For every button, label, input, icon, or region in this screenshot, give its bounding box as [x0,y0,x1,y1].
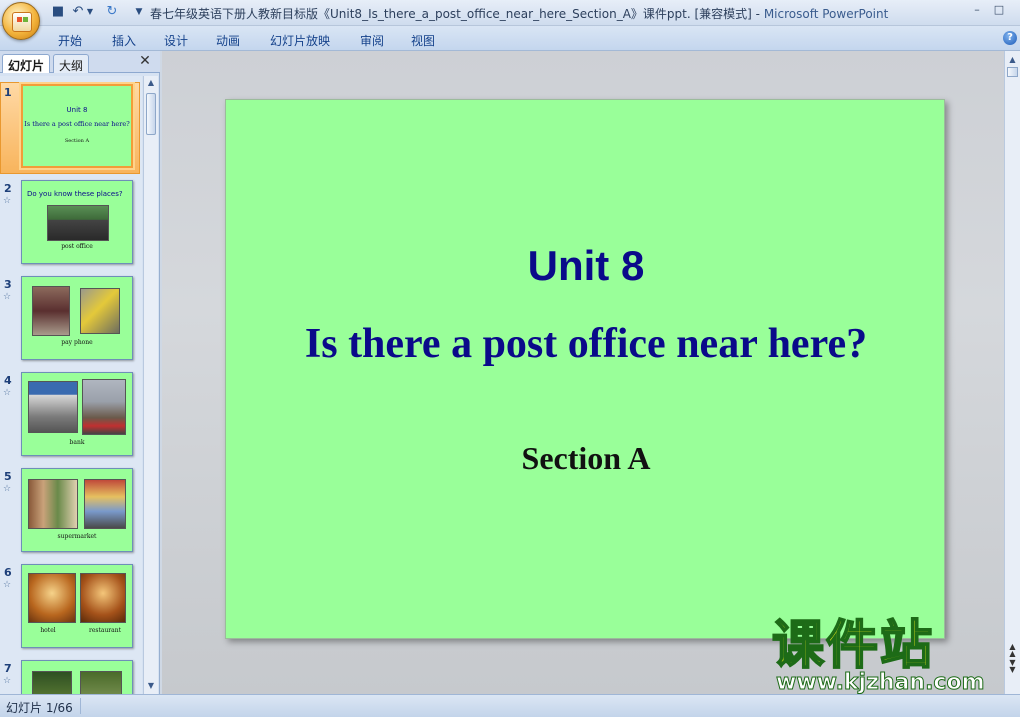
scroll-up-icon[interactable]: ▲ [144,76,158,90]
slide-subtitle[interactable]: Is there a post office near here? [226,320,946,368]
slide-number: 1 [4,86,12,99]
thumbnail-list: 1 Unit 8 Is there a post office near her… [0,76,142,694]
status-bar: 幻灯片 1/66 [0,694,1020,717]
thumb-section: Section A [64,138,90,144]
office-logo-icon [12,12,32,32]
slide-counter: 幻灯片 1/66 [6,701,73,715]
tab-animations[interactable]: 动画 [216,32,240,49]
scrollbar-thumb[interactable] [1007,67,1018,77]
tab-view[interactable]: 视图 [411,32,435,49]
tab-review[interactable]: 审阅 [360,32,384,49]
thumbnail-slide-4[interactable]: bank [21,372,133,456]
redo-icon[interactable]: ↻ [104,4,120,20]
thumb-caption-left: hotel [40,627,56,634]
window-title: 春七年级英语下册人教新目标版《Unit8_Is_there_a_post_off… [150,5,888,22]
office-button[interactable] [2,2,40,40]
powerpoint-window: ■ ↶ ▼ ↻ ▼ 春七年级英语下册人教新目标版《Unit8_Is_there_… [0,0,1020,717]
slide-7-photo-right [80,671,122,694]
slide-title[interactable]: Unit 8 [226,242,946,290]
watermark-url: www.kjzhan.com [776,670,986,696]
tab-home[interactable]: 开始 [58,32,82,49]
slide-section-label[interactable]: Section A [226,440,946,477]
thumb-title: Unit 8 [66,106,88,114]
scrollbar-thumb[interactable] [146,93,156,135]
thumb-heading: Do you know these places? [27,190,123,198]
animation-star-icon: ☆ [3,676,12,686]
thumbnail-scrollbar[interactable]: ▲ ▼ [143,76,158,694]
animation-star-icon: ☆ [3,388,12,398]
panel-tabs: 幻灯片 大纲 ✕ [0,51,160,73]
slide-editor: Unit 8 Is there a post office near here?… [162,51,1004,694]
bank-photo-right [82,379,126,435]
supermarket-photo-right [84,479,126,529]
thumbnail-slide-3[interactable]: pay phone [21,276,133,360]
animation-star-icon: ☆ [3,580,12,590]
restaurant-photo [80,573,126,623]
slide-number: 6 [4,566,12,579]
scroll-down-icon[interactable]: ▼ [144,679,158,693]
slide-7-photo-left [32,671,72,694]
close-icon[interactable]: ✕ [138,54,152,68]
slide-number: 7 [4,662,12,675]
previous-slide-icon[interactable]: ▲ ▲ [1005,643,1020,658]
thumb-subtitle: Is there a post office near here? [24,120,130,128]
title-separator: - [751,7,764,21]
help-icon[interactable]: ? [1003,31,1017,45]
maximize-icon[interactable]: □ [992,3,1006,17]
slide-number: 5 [4,470,12,483]
editor-scrollbar[interactable]: ▲ ▲ ▲ ▼ ▼ [1004,51,1020,694]
document-title: 春七年级英语下册人教新目标版《Unit8_Is_there_a_post_off… [150,7,752,21]
current-slide[interactable]: Unit 8 Is there a post office near here?… [225,99,945,639]
thumb-caption-right: restaurant [88,627,122,634]
thumbnail-slide-1[interactable]: Unit 8 Is there a post office near here?… [21,84,133,168]
thumbnail-slide-2[interactable]: Do you know these places? post office [21,180,133,264]
thumbnail-slide-6[interactable]: hotel restaurant [21,564,133,648]
pay-phone-photo-left [32,286,70,336]
tab-design[interactable]: 设计 [164,32,188,49]
minimize-icon[interactable]: – [970,3,984,17]
scroll-up-icon[interactable]: ▲ [1005,53,1020,67]
thumb-caption: bank [69,439,85,446]
slide-number: 3 [4,278,12,291]
save-icon[interactable]: ■ [50,4,66,20]
undo-icon[interactable]: ↶ [70,4,86,20]
bank-photo-left [28,381,78,433]
animation-star-icon: ☆ [3,292,12,302]
app-name: Microsoft PowerPoint [763,7,889,21]
title-bar: ■ ↶ ▼ ↻ ▼ 春七年级英语下册人教新目标版《Unit8_Is_there_… [0,0,1020,26]
status-divider [80,698,81,714]
tab-slides[interactable]: 幻灯片 [2,54,51,73]
tab-slideshow[interactable]: 幻灯片放映 [270,32,330,49]
thumb-caption: supermarket [57,533,97,540]
thumbnail-slide-7[interactable] [21,660,133,694]
pay-phone-photo-right [80,288,120,334]
slide-number: 2 [4,182,12,195]
thumb-caption: post office [61,243,93,250]
watermark-logo: 课件站 [771,615,935,677]
thumbnail-slide-5[interactable]: supermarket [21,468,133,552]
animation-star-icon: ☆ [3,484,12,494]
hotel-photo [28,573,76,623]
ribbon-tabs: 开始 插入 设计 动画 幻灯片放映 审阅 视图 ? [0,26,1020,51]
animation-star-icon: ☆ [3,196,12,206]
thumb-caption: pay phone [61,339,93,346]
slides-panel: 幻灯片 大纲 ✕ 1 Unit 8 Is there a post office… [0,51,160,694]
undo-dropdown-icon[interactable]: ▼ [86,4,94,20]
supermarket-photo-left [28,479,78,529]
slide-number: 4 [4,374,12,387]
next-slide-icon[interactable]: ▼ ▼ [1005,659,1020,674]
tab-insert[interactable]: 插入 [112,32,136,49]
post-office-photo [47,205,109,241]
customize-toolbar-icon[interactable]: ▼ [134,4,144,20]
tab-outline[interactable]: 大纲 [53,54,90,73]
